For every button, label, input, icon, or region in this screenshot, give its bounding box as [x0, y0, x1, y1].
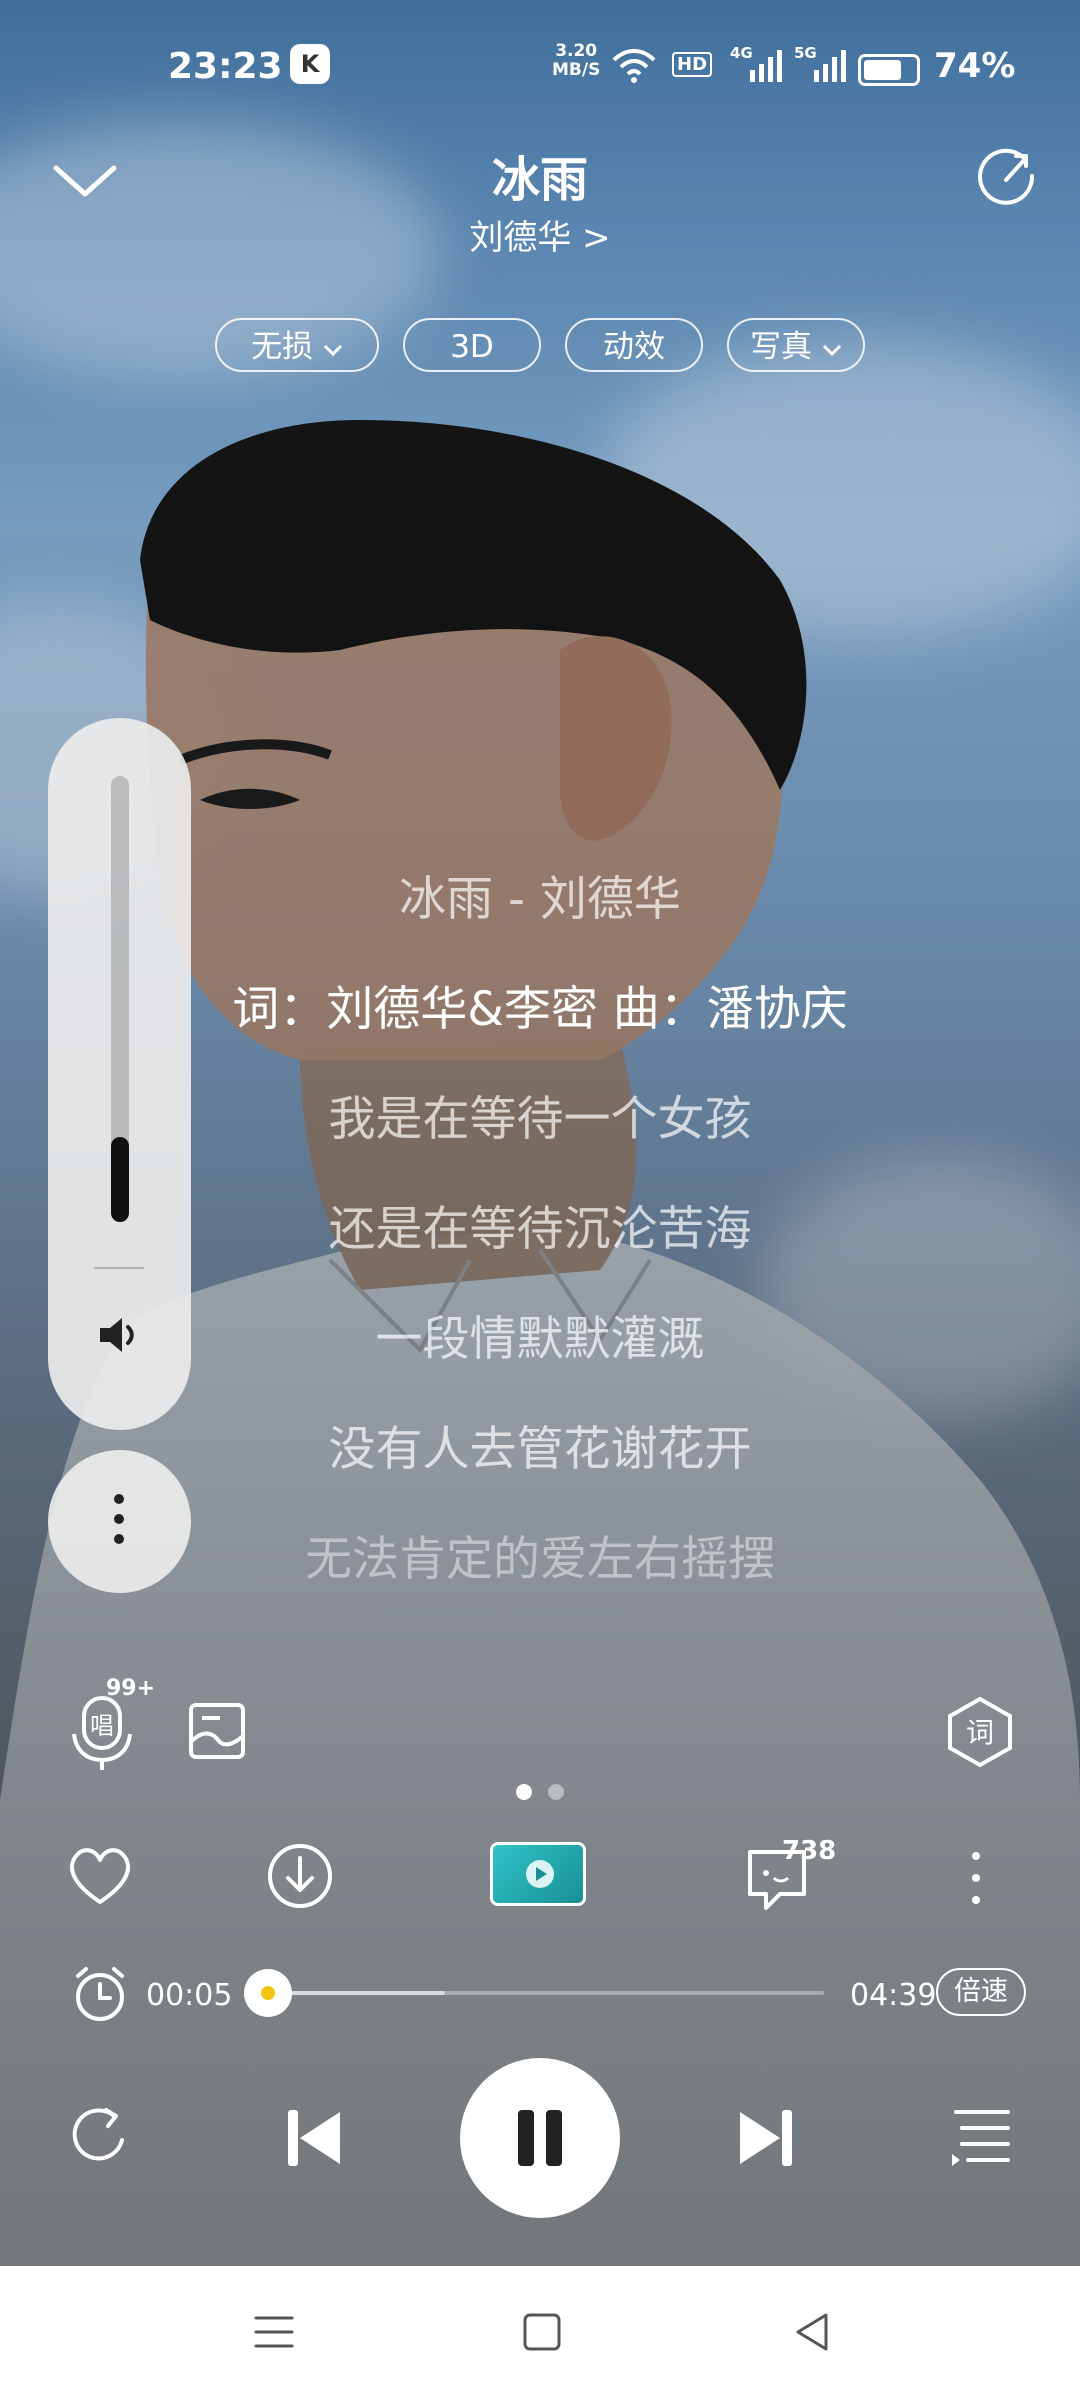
hd-voice-icon: HD: [672, 52, 713, 77]
divider: [94, 1267, 144, 1269]
signal-5g-icon: 5G: [794, 44, 850, 84]
motion-effect-chip[interactable]: 动效: [565, 318, 703, 372]
karaoke-mic-icon[interactable]: 唱: [70, 1694, 134, 1770]
battery-icon: [858, 54, 920, 86]
mv-video-button[interactable]: [490, 1842, 586, 1906]
chevron-down-icon: [323, 344, 342, 357]
heart-icon[interactable]: [66, 1846, 134, 1906]
repeat-icon[interactable]: [66, 2102, 134, 2170]
battery-fill: [864, 60, 901, 80]
lossless-quality-chip[interactable]: 无损: [215, 318, 379, 372]
playback-speed-button[interactable]: 倍速: [936, 1968, 1026, 2016]
more-vertical-icon: [114, 1494, 124, 1554]
lossless-label: 无损: [251, 329, 314, 365]
player-header: 冰雨 刘德华 >: [0, 130, 1080, 270]
more-vertical-icon[interactable]: [972, 1852, 982, 1904]
tool-row: 唱 99+ 词: [0, 1676, 1080, 1790]
back-icon[interactable]: [790, 2310, 834, 2354]
skip-next-icon[interactable]: [736, 2106, 796, 2170]
share-icon[interactable]: [976, 144, 1040, 208]
speaker-icon[interactable]: [94, 1310, 144, 1360]
app-notification-icon: K: [290, 44, 330, 84]
network-speed-unit: MB/S: [552, 60, 601, 80]
playback-controls: [0, 2058, 1080, 2218]
play-pause-button[interactable]: [460, 2058, 620, 2218]
artist-link[interactable]: 刘德华 >: [0, 210, 1080, 259]
volume-more-button[interactable]: [48, 1450, 191, 1593]
download-icon[interactable]: [266, 1842, 334, 1910]
volume-slider[interactable]: [111, 776, 129, 1222]
lyrics-toggle-icon[interactable]: 词: [946, 1696, 1014, 1768]
signal-bars-icon: [814, 50, 846, 82]
skip-previous-icon[interactable]: [284, 2106, 344, 2170]
current-time: 00:05: [146, 1978, 233, 2013]
seek-bar[interactable]: [244, 1969, 824, 2017]
volume-slider-fill: [111, 1137, 129, 1222]
pause-icon: [518, 2110, 534, 2166]
network-speed: 3.20 MB/S: [552, 42, 600, 80]
audio-options-bar: 无损 3D 动效 写真: [0, 318, 1080, 378]
home-icon[interactable]: [520, 2310, 564, 2354]
playlist-icon[interactable]: [950, 2104, 1014, 2168]
3d-audio-chip[interactable]: 3D: [403, 318, 541, 372]
sing-badge: 99+: [106, 1676, 156, 1701]
system-navigation-bar: [0, 2266, 1080, 2400]
seek-bar-thumb[interactable]: [244, 1969, 293, 2017]
comment-count: 738: [782, 1836, 837, 1866]
photo-mode-chip[interactable]: 写真: [727, 318, 865, 372]
network-speed-value: 3.20: [555, 41, 598, 61]
lyrics-toggle-label: 词: [966, 1716, 994, 1749]
status-bar: 23:23 K 3.20 MB/S HD 4G 5G 74%: [0, 30, 1080, 110]
menu-icon[interactable]: [252, 2312, 296, 2352]
play-video-icon: [526, 1860, 554, 1888]
status-time: 23:23: [168, 46, 283, 87]
photo-label: 写真: [750, 329, 813, 365]
song-title: 冰雨: [491, 152, 588, 208]
chevron-down-icon: [822, 344, 841, 357]
total-time: 04:39: [850, 1978, 937, 2013]
page-indicator: [0, 1784, 1080, 1804]
progress-row: 00:05 04:39 倍速: [0, 1960, 1080, 2030]
signal-bars-icon: [750, 50, 782, 82]
sing-label: 唱: [90, 1712, 114, 1740]
action-row: 738: [0, 1836, 1080, 1936]
poster-image-icon[interactable]: [188, 1702, 246, 1760]
player-screen: 23:23 K 3.20 MB/S HD 4G 5G 74% 冰雨 刘德华 > …: [0, 0, 1080, 2400]
alarm-clock-icon[interactable]: [70, 1964, 130, 2024]
signal-4g-icon: 4G: [730, 44, 786, 84]
wifi-icon: [612, 49, 656, 83]
battery-percent: 74%: [934, 46, 1016, 86]
page-dot-active: [516, 1784, 532, 1800]
volume-panel: [48, 718, 191, 1430]
page-dot: [548, 1784, 564, 1800]
